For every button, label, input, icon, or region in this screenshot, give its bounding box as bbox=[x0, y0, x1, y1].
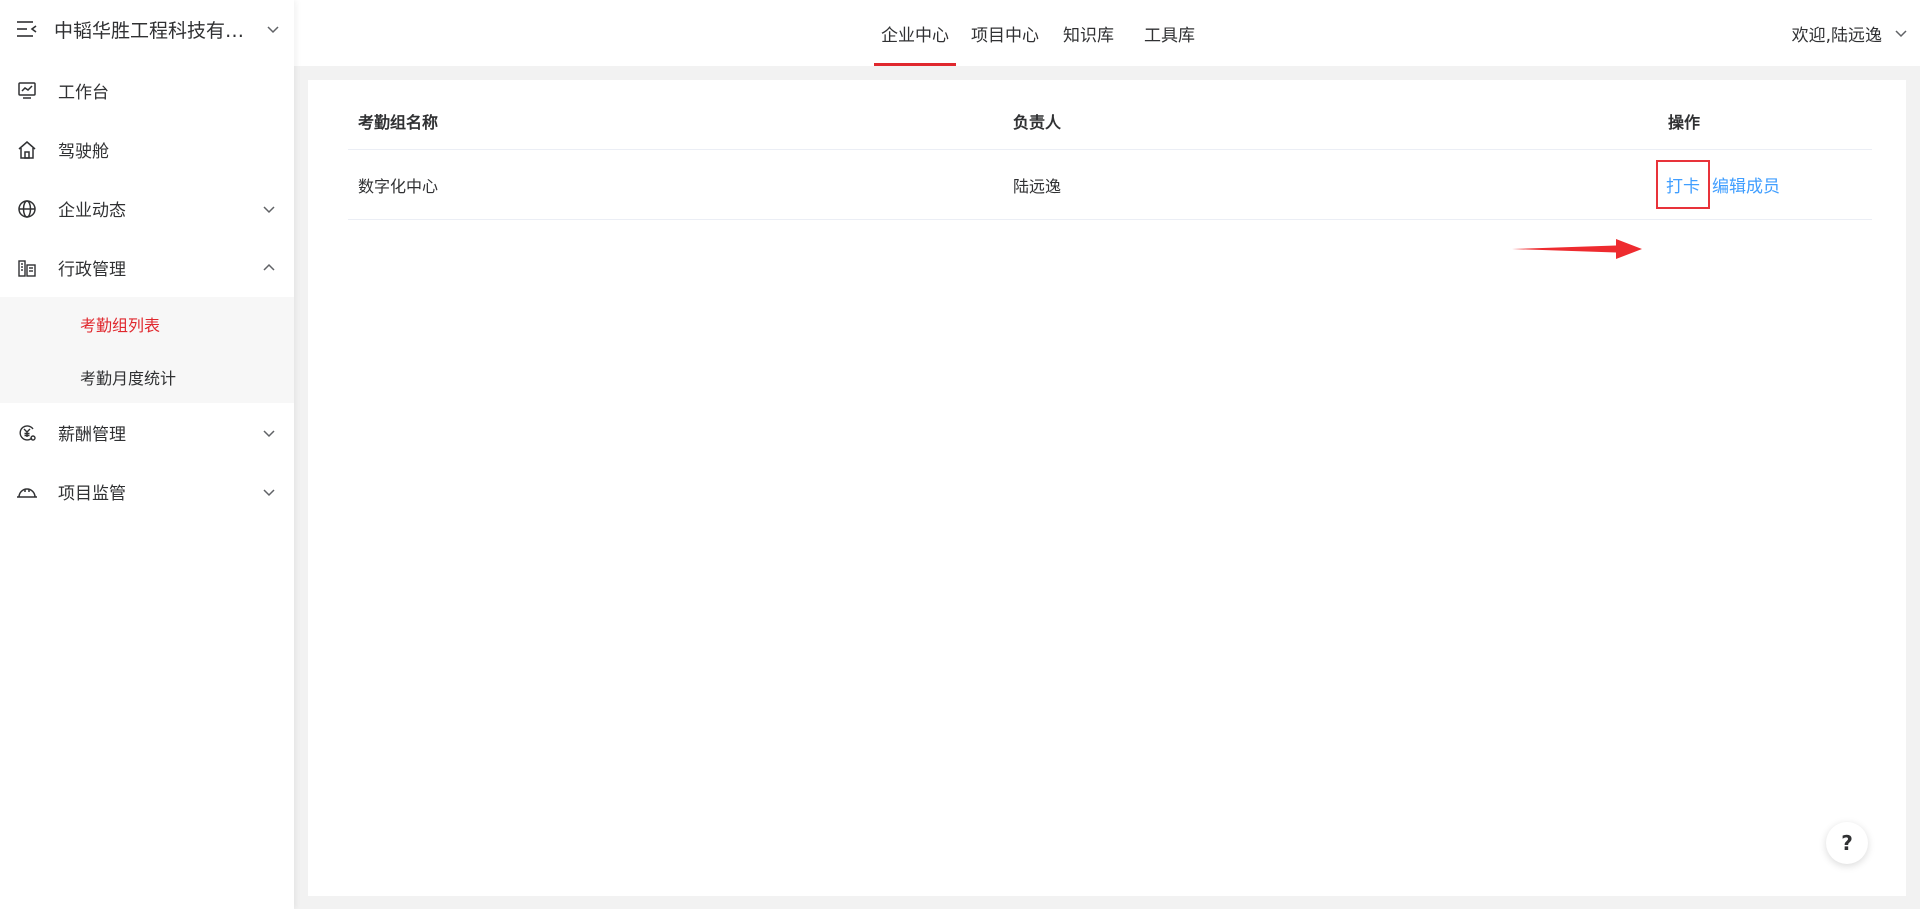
sidebar-subitem-attendance-groups[interactable]: 考勤组列表 bbox=[0, 297, 294, 350]
company-switcher[interactable]: 中韬华胜工程科技有限... bbox=[0, 0, 294, 58]
salary-icon bbox=[16, 422, 38, 444]
help-button[interactable]: ? bbox=[1826, 822, 1868, 864]
top-tabs: 企业中心 项目中心 知识库 工具库 bbox=[870, 0, 1206, 66]
sidebar-item-label: 驾驶舱 bbox=[58, 142, 109, 162]
sidebar-item-administration[interactable]: 行政管理 bbox=[0, 238, 294, 297]
chevron-down-icon bbox=[262, 204, 276, 214]
chevron-down-icon bbox=[1894, 28, 1908, 38]
welcome-text: 欢迎,陆远逸 bbox=[1791, 25, 1882, 46]
column-header-owner: 负责人 bbox=[1013, 112, 1062, 132]
sidebar-item-salary[interactable]: 薪酬管理 bbox=[0, 403, 294, 462]
sidebar-subitem-attendance-monthly[interactable]: 考勤月度统计 bbox=[0, 350, 294, 403]
edit-members-link[interactable]: 编辑成员 bbox=[1712, 172, 1780, 197]
cell-group-name: 数字化中心 bbox=[358, 176, 439, 196]
monitor-chart-icon bbox=[16, 80, 38, 102]
user-menu[interactable]: 欢迎,陆远逸 bbox=[1792, 0, 1908, 66]
tab-knowledge-base[interactable]: 知识库 bbox=[1052, 0, 1125, 66]
menu-fold-icon[interactable] bbox=[16, 20, 38, 38]
globe-icon bbox=[16, 198, 38, 220]
chevron-down-icon bbox=[262, 487, 276, 497]
building-icon bbox=[16, 257, 38, 279]
administration-submenu: 考勤组列表 考勤月度统计 bbox=[0, 297, 294, 403]
table-header: 考勤组名称 负责人 操作 bbox=[348, 92, 1872, 150]
sidebar: 中韬华胜工程科技有限... 工作台 驾驶舱 企业动态 行政管理 考勤组列表 考勤… bbox=[0, 0, 294, 909]
sidebar-item-label: 薪酬管理 bbox=[58, 425, 126, 445]
cell-actions: 打卡 编辑成员 bbox=[1656, 160, 1872, 209]
cell-owner: 陆远逸 bbox=[1013, 176, 1062, 196]
company-name: 中韬华胜工程科技有限... bbox=[54, 19, 262, 42]
tab-project-center[interactable]: 项目中心 bbox=[960, 0, 1050, 66]
tab-enterprise-center[interactable]: 企业中心 bbox=[870, 0, 960, 66]
home-icon bbox=[16, 139, 38, 161]
sidebar-item-label: 项目监管 bbox=[58, 484, 126, 504]
sidebar-item-project-supervision[interactable]: 项目监管 bbox=[0, 462, 294, 521]
helmet-icon bbox=[16, 481, 38, 503]
sidebar-item-label: 工作台 bbox=[58, 83, 109, 103]
top-navbar: 企业中心 项目中心 知识库 工具库 欢迎,陆远逸 bbox=[294, 0, 1920, 66]
table-row: 数字化中心 陆远逸 打卡 编辑成员 bbox=[348, 150, 1872, 220]
content-card: 考勤组名称 负责人 操作 数字化中心 陆远逸 打卡 编辑成员 bbox=[308, 80, 1906, 896]
column-header-actions: 操作 bbox=[1668, 112, 1701, 132]
sidebar-item-enterprise-news[interactable]: 企业动态 bbox=[0, 179, 294, 238]
chevron-down-icon bbox=[266, 24, 280, 34]
column-header-group-name: 考勤组名称 bbox=[358, 112, 439, 132]
sidebar-item-workbench[interactable]: 工作台 bbox=[0, 61, 294, 120]
sidebar-item-cockpit[interactable]: 驾驶舱 bbox=[0, 120, 294, 179]
sidebar-item-label: 企业动态 bbox=[58, 201, 126, 221]
clock-in-link[interactable]: 打卡 bbox=[1656, 160, 1710, 209]
sidebar-nav: 工作台 驾驶舱 企业动态 行政管理 bbox=[0, 61, 294, 297]
annotation-arrow-icon bbox=[1512, 239, 1642, 259]
attendance-group-table: 考勤组名称 负责人 操作 数字化中心 陆远逸 打卡 编辑成员 bbox=[348, 92, 1872, 220]
tab-tool-library[interactable]: 工具库 bbox=[1133, 0, 1206, 66]
chevron-up-icon bbox=[262, 263, 276, 273]
sidebar-item-label: 行政管理 bbox=[58, 260, 126, 280]
sidebar-nav-lower: 薪酬管理 项目监管 bbox=[0, 403, 294, 521]
chevron-down-icon bbox=[262, 428, 276, 438]
